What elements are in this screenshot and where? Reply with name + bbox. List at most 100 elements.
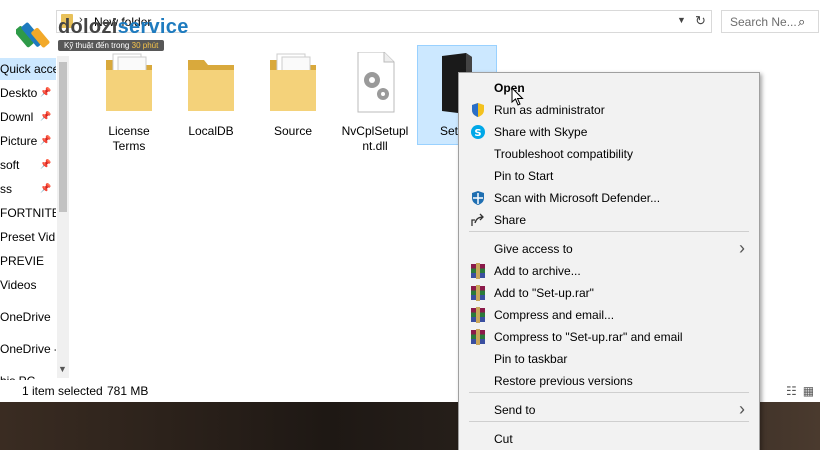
search-input[interactable]: Search Ne... ⌕ <box>721 10 819 33</box>
menu-item-label: Share <box>494 213 527 227</box>
folder-with-documents-icon <box>106 53 152 111</box>
menu-item-label: Add to "Set-up.rar" <box>494 286 594 300</box>
file-label: NvCplSetupl nt.dll <box>341 124 409 153</box>
large-icons-view-icon[interactable]: ▦ <box>803 384 820 398</box>
search-placeholder: Search Ne... <box>730 15 797 29</box>
nav-item[interactable]: OneDrive <box>0 306 56 328</box>
winrar-icon <box>471 329 485 345</box>
details-view-icon[interactable]: ☷▦ <box>786 384 820 398</box>
nav-scrollbar-thumb[interactable] <box>59 62 67 212</box>
menu-item-label: Compress and email... <box>494 308 615 322</box>
menu-item-label: Pin to Start <box>494 169 554 183</box>
pin-icon: 📌 <box>40 87 52 97</box>
nav-item[interactable]: Deskto 📌 <box>0 82 56 104</box>
dll-gear-icon <box>357 52 395 113</box>
file-item-license-terms[interactable]: License Terms <box>94 52 164 153</box>
pin-icon: 📌 <box>40 183 52 193</box>
winrar-icon <box>471 263 485 279</box>
svg-text:S: S <box>474 128 481 139</box>
file-item-nvcplsetupint[interactable]: NvCplSetupl nt.dll <box>340 52 410 153</box>
menu-item-label: Share with Skype <box>494 125 588 139</box>
menu-item[interactable]: S Share with Skype <box>459 121 759 143</box>
nav-item-label: Quick acces <box>0 62 56 76</box>
context-menu: Open Run as administrator S Share with Skyp… <box>458 72 760 450</box>
nav-item-label: ss <box>0 182 12 196</box>
menu-item[interactable]: Add to archive... <box>459 260 759 282</box>
chevron-right-icon: › <box>739 238 745 258</box>
menu-item[interactable]: Compress to "Set-up.rar" and email <box>459 326 759 348</box>
file-label: Source <box>273 124 313 138</box>
menu-item[interactable]: Troubleshoot compatibility <box>459 143 759 165</box>
nav-item-label: Preset Vid <box>0 230 56 244</box>
menu-separator <box>469 421 749 422</box>
search-icon[interactable]: ⌕ <box>798 14 805 30</box>
skype-icon: S <box>471 125 485 139</box>
nav-item[interactable]: PREVIE <box>0 250 56 272</box>
nav-item[interactable]: FORTNITE <box>0 202 56 224</box>
nav-item[interactable]: soft 📌 <box>0 154 56 176</box>
menu-item[interactable]: Open <box>459 77 759 99</box>
file-label: License Terms <box>108 124 150 153</box>
file-label: LocalDB <box>188 124 234 138</box>
scroll-down-icon[interactable]: ▼ <box>58 364 67 374</box>
nav-item-label: OneDrive <box>0 310 51 324</box>
menu-item[interactable]: Scan with Microsoft Defender... <box>459 187 759 209</box>
file-item-source[interactable]: Source <box>258 52 328 152</box>
menu-item[interactable]: Give access to › <box>459 238 759 260</box>
share-icon <box>471 213 484 226</box>
refresh-icon[interactable]: ↻ <box>695 13 706 29</box>
menu-item[interactable]: Compress and email... <box>459 304 759 326</box>
nav-item[interactable]: Quick acces <box>0 58 56 80</box>
shield-icon <box>472 103 484 117</box>
menu-item[interactable]: Cut <box>459 428 759 450</box>
menu-item[interactable]: Pin to taskbar <box>459 348 759 370</box>
winrar-icon <box>471 307 485 323</box>
defender-icon <box>472 191 484 205</box>
nav-item-label: Picture <box>0 134 38 148</box>
nav-item[interactable]: Preset Vid <box>0 226 56 248</box>
brand-logo: doloziservice Kỹ thuật đến trong 30 phút <box>12 12 192 54</box>
logo-icon <box>16 22 50 48</box>
menu-item-label: Compress to "Set-up.rar" and email <box>494 330 683 344</box>
file-item-localdb[interactable]: LocalDB <box>176 52 246 152</box>
menu-item[interactable]: Add to "Set-up.rar" <box>459 282 759 304</box>
mouse-cursor-icon <box>511 87 524 106</box>
nav-item-label: PREVIE <box>0 254 45 268</box>
selection-count: 1 item selected <box>22 384 103 398</box>
chevron-right-icon: › <box>739 399 745 419</box>
menu-item-label: Scan with Microsoft Defender... <box>494 191 661 205</box>
menu-separator <box>469 231 749 232</box>
chevron-down-icon[interactable]: ▼ <box>677 15 686 25</box>
logo-tagline: Kỹ thuật đến trong 30 phút <box>58 40 165 51</box>
pin-icon: 📌 <box>40 111 52 121</box>
menu-item-label: Pin to taskbar <box>494 352 568 366</box>
menu-item[interactable]: Run as administrator <box>459 99 759 121</box>
nav-item[interactable]: ss 📌 <box>0 178 56 200</box>
nav-item-label: soft <box>0 158 20 172</box>
menu-item[interactable]: Send to › <box>459 399 759 421</box>
nav-item-label: FORTNITE <box>0 206 56 220</box>
nav-item-label: Downl <box>0 110 34 124</box>
menu-item[interactable]: Restore previous versions <box>459 370 759 392</box>
menu-item-label: Send to <box>494 403 536 417</box>
nav-item[interactable]: Videos <box>0 274 56 296</box>
menu-item-label: Troubleshoot compatibility <box>494 147 633 161</box>
menu-item-label: Give access to <box>494 242 573 256</box>
nav-item[interactable]: his PC <box>0 370 56 380</box>
menu-item-label: Cut <box>494 432 513 446</box>
nav-item[interactable]: OneDrive - <box>0 338 56 360</box>
nav-item-label: Deskto <box>0 86 38 100</box>
nav-item[interactable]: Downl 📌 <box>0 106 56 128</box>
folder-icon <box>188 60 234 111</box>
selection-size: 781 MB <box>107 384 149 398</box>
nav-item-label: OneDrive - <box>0 342 56 356</box>
menu-item-label: Restore previous versions <box>494 374 633 388</box>
winrar-icon <box>471 285 485 301</box>
pin-icon: 📌 <box>40 159 52 169</box>
nav-item[interactable]: Picture 📌 <box>0 130 56 152</box>
menu-separator <box>469 392 749 393</box>
logo-wordmark: doloziservice <box>58 16 189 38</box>
pin-icon: 📌 <box>40 135 52 145</box>
menu-item[interactable]: Pin to Start <box>459 165 759 187</box>
menu-item[interactable]: Share <box>459 209 759 231</box>
